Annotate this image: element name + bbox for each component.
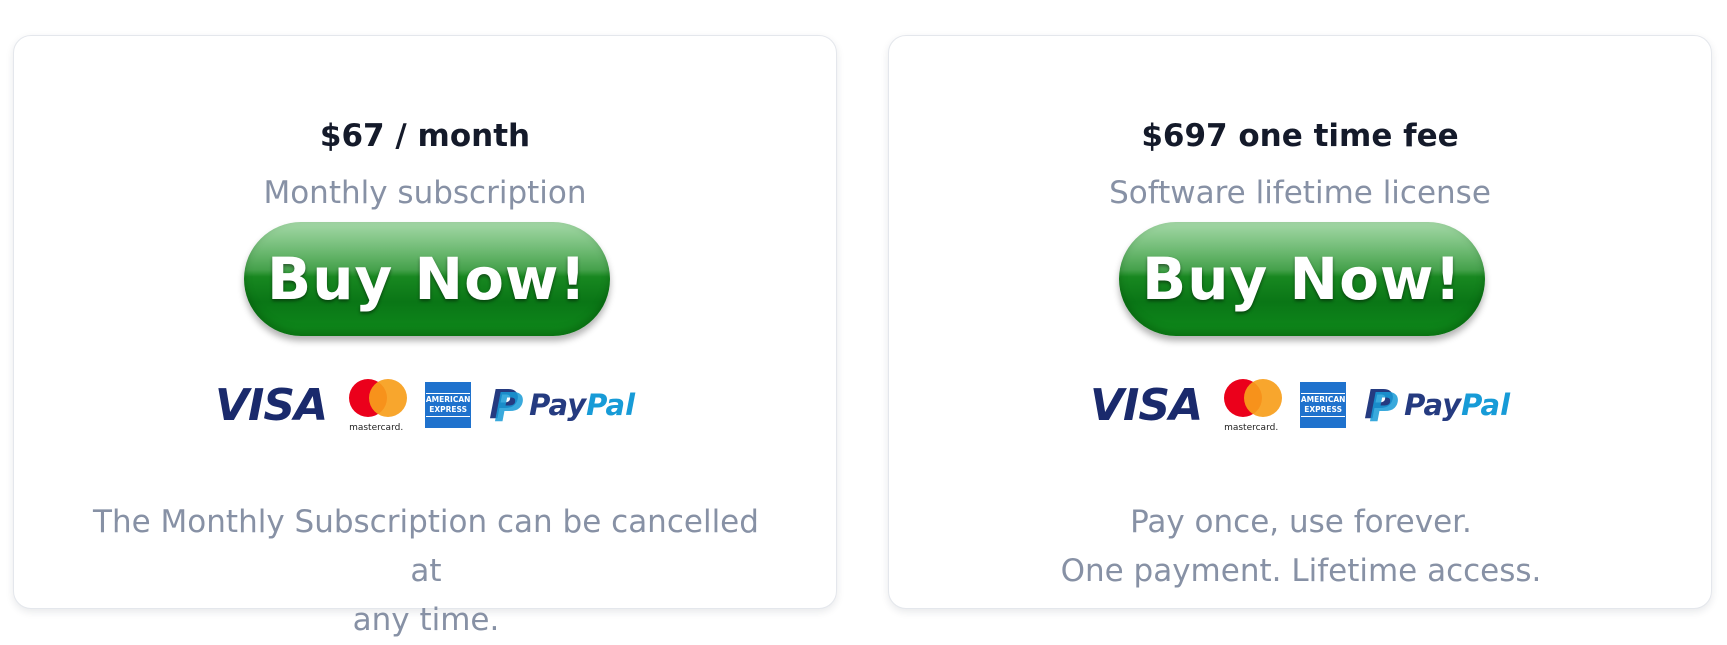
plan-price: $697 one time fee bbox=[1141, 118, 1459, 154]
paypal-icon: P P bbox=[489, 385, 524, 431]
payment-methods: VISA mastercard. AMERICAN EXPRESS P P Pa… bbox=[14, 374, 836, 436]
mastercard-wordmark: mastercard. bbox=[1224, 423, 1279, 433]
paypal-logo: PayPal bbox=[1404, 388, 1510, 422]
amex-logo: AMERICAN EXPRESS bbox=[1300, 382, 1347, 428]
amex-top-text: AMERICAN bbox=[425, 395, 471, 404]
paypal-mark-light: P bbox=[1369, 385, 1399, 431]
plan-note: Pay once, use forever. One payment. Life… bbox=[959, 498, 1643, 596]
plan-subtitle: Monthly subscription bbox=[263, 175, 587, 211]
amex-wordmark: AMERICAN EXPRESS bbox=[425, 393, 471, 417]
amex-bottom-text: EXPRESS bbox=[429, 405, 468, 414]
plan-note-line: The Monthly Subscription can be cancelle… bbox=[93, 504, 759, 589]
paypal-logo: PayPal bbox=[529, 388, 635, 422]
amex-top-text: AMERICAN bbox=[1300, 395, 1346, 404]
pricing-row: $67 / month Monthly subscription Buy Now… bbox=[0, 0, 1727, 645]
plan-note-line: One payment. Lifetime access. bbox=[1060, 553, 1542, 589]
visa-logo: VISA bbox=[1089, 379, 1203, 431]
plan-note: The Monthly Subscription can be cancelle… bbox=[84, 498, 768, 645]
plan-subtitle: Software lifetime license bbox=[1109, 175, 1491, 211]
amex-wordmark: AMERICAN EXPRESS bbox=[1300, 393, 1346, 417]
mastercard-orange-circle bbox=[369, 379, 408, 417]
mastercard-orange-circle bbox=[1244, 379, 1283, 417]
paypal-icon: P P bbox=[1364, 385, 1399, 431]
amex-logo: AMERICAN EXPRESS bbox=[425, 382, 472, 428]
plan-note-line: any time. bbox=[352, 602, 500, 638]
plan-card-monthly: $67 / month Monthly subscription Buy Now… bbox=[13, 35, 837, 638]
mastercard-logo: mastercard. bbox=[345, 377, 408, 433]
paypal-pal-text: Pal bbox=[1461, 388, 1511, 422]
visa-logo: VISA bbox=[214, 379, 328, 431]
mastercard-logo: mastercard. bbox=[1220, 377, 1283, 433]
plan-price: $67 / month bbox=[319, 118, 531, 154]
mastercard-wordmark: mastercard. bbox=[349, 423, 404, 433]
buy-now-button[interactable]: Buy Now! bbox=[244, 222, 610, 336]
plan-card-lifetime: $697 one time fee Software lifetime lice… bbox=[888, 35, 1712, 609]
amex-bottom-text: EXPRESS bbox=[1304, 405, 1343, 414]
plan-note-line: Pay once, use forever. bbox=[1130, 504, 1472, 540]
paypal-pay-text: Pay bbox=[1404, 388, 1462, 422]
paypal-pal-text: Pal bbox=[586, 388, 636, 422]
buy-now-button[interactable]: Buy Now! bbox=[1119, 222, 1485, 336]
paypal-mark-light: P bbox=[494, 385, 524, 431]
payment-methods: VISA mastercard. AMERICAN EXPRESS P P Pa… bbox=[889, 374, 1711, 436]
paypal-pay-text: Pay bbox=[529, 388, 587, 422]
